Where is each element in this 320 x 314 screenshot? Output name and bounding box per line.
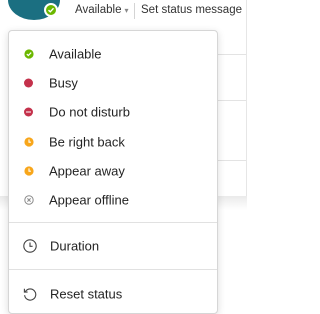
menu-item-label: Do not disturb xyxy=(49,104,130,120)
menu-item-label: Available xyxy=(49,46,102,62)
status-menu: Available Busy Do not disturb Be right b… xyxy=(8,30,218,314)
profile-status-panel: Available ▾ Set status message Available… xyxy=(0,0,247,314)
menu-item-label: Reset status xyxy=(50,286,123,302)
offline-x-icon xyxy=(24,195,34,205)
card-divider xyxy=(216,54,246,55)
reset-icon xyxy=(23,287,37,301)
header-divider xyxy=(134,3,135,19)
clock-icon xyxy=(23,239,37,253)
do-not-disturb-icon xyxy=(24,107,33,117)
menu-divider xyxy=(9,222,217,223)
status-dropdown[interactable]: Available ▾ xyxy=(75,4,128,16)
menu-item-appear-away[interactable]: Appear away xyxy=(9,158,217,184)
status-dropdown-label: Available xyxy=(75,4,122,16)
busy-dot-icon xyxy=(24,78,33,88)
clock-badge-icon xyxy=(24,137,34,147)
clock-badge-icon xyxy=(24,166,34,176)
menu-item-label: Be right back xyxy=(49,134,125,150)
menu-divider xyxy=(9,269,217,270)
menu-item-label: Busy xyxy=(49,75,78,91)
available-dot-icon xyxy=(24,49,34,59)
menu-item-appear-offline[interactable]: Appear offline xyxy=(9,187,217,213)
menu-item-busy[interactable]: Busy xyxy=(9,70,217,96)
chevron-down-icon: ▾ xyxy=(124,6,129,15)
menu-item-duration[interactable]: Duration xyxy=(9,233,217,259)
menu-item-do-not-disturb[interactable]: Do not disturb xyxy=(9,99,217,125)
menu-item-label: Appear offline xyxy=(49,192,129,208)
menu-item-label: Duration xyxy=(50,238,100,254)
menu-item-available[interactable]: Available xyxy=(9,41,217,67)
card-divider xyxy=(216,100,246,101)
avatar-presence-icon xyxy=(44,3,58,17)
menu-item-be-right-back[interactable]: Be right back xyxy=(9,129,217,155)
menu-item-reset-status[interactable]: Reset status xyxy=(9,281,217,307)
set-status-message-button[interactable]: Set status message xyxy=(141,4,242,16)
menu-item-label: Appear away xyxy=(49,163,125,179)
card-divider xyxy=(216,160,246,161)
